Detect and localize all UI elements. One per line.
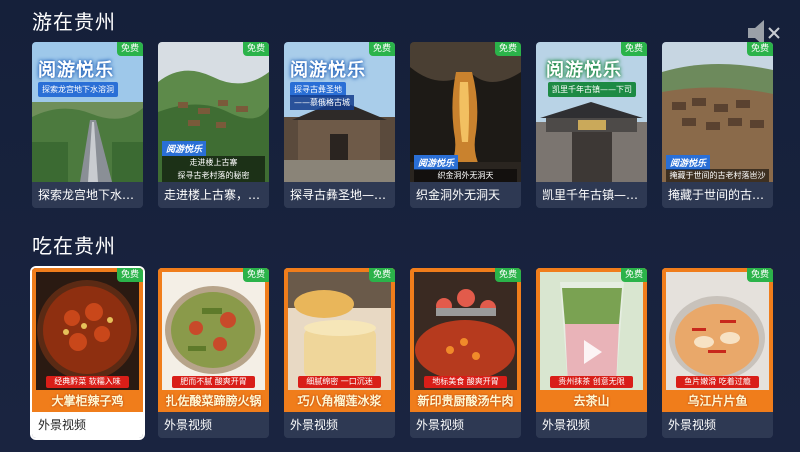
food-card-row: 经典黔菜 软糯入味 大掌柜辣子鸡 免费 外景视频 肥而不腻 酸爽开胃 扎佐酸菜蹄… (30, 266, 773, 440)
food-caption: 外景视频 (284, 412, 395, 438)
poster-subtitle-2: ——慕俄格古城 (290, 95, 354, 110)
travel-thumbnail: 阅游悦乐 织金洞外无洞天 免费 (410, 42, 521, 182)
travel-thumbnail: 阅游悦乐 探索龙宫地下水溶洞 免费 (32, 42, 143, 182)
food-thumbnail: 细腻绵密 一口沉迷 巧八角榴莲冰浆 免费 (284, 268, 395, 412)
travel-thumbnail: 阅游悦乐 掩藏于世间的古老村落岜沙 免费 (662, 42, 773, 182)
free-badge: 免费 (368, 42, 395, 56)
food-caption: 外景视频 (536, 412, 647, 438)
poster-title: 阅游悦乐 (38, 60, 114, 81)
free-badge: 免费 (116, 268, 143, 282)
food-card[interactable]: 地标美食 酸爽开胃 新印贵厨酸汤牛肉 免费 外景视频 (410, 268, 521, 438)
travel-card[interactable]: 阅游悦乐 探寻古彝圣地 ——慕俄格古城 免费 探寻古彝圣地——... (284, 42, 395, 208)
food-tagline: 经典黔菜 软糯入味 (46, 376, 129, 388)
travel-caption: 探索龙宫地下水溶... (32, 182, 143, 208)
section-title-travel: 游在贵州 (32, 10, 116, 34)
travel-caption: 走进楼上古寨，探... (158, 182, 269, 208)
free-badge: 免费 (116, 42, 143, 56)
poster-tag: 阅游悦乐 (414, 155, 459, 170)
food-thumbnail: 经典黔菜 软糯入味 大掌柜辣子鸡 免费 (32, 268, 143, 412)
food-caption: 外景视频 (410, 412, 521, 438)
poster-tag-subtitle-2: 探寻古老村落的秘密 (162, 169, 265, 182)
poster-subtitle: 凯里千年古镇——下司 (548, 82, 636, 97)
travel-thumbnail: 阅游悦乐 走进楼上古寨 探寻古老村落的秘密 免费 (158, 42, 269, 182)
food-name: 大掌柜辣子鸡 (32, 390, 143, 412)
free-badge: 免费 (620, 268, 647, 282)
food-tagline: 贵州抹茶 创意无限 (550, 376, 633, 388)
travel-card[interactable]: 阅游悦乐 走进楼上古寨 探寻古老村落的秘密 免费 走进楼上古寨，探... (158, 42, 269, 208)
free-badge: 免费 (242, 268, 269, 282)
food-card[interactable]: 贵州抹茶 创意无限 去茶山 免费 外景视频 (536, 268, 647, 438)
travel-card[interactable]: 阅游悦乐 织金洞外无洞天 免费 织金洞外无洞天 (410, 42, 521, 208)
free-badge: 免费 (620, 42, 647, 56)
food-thumbnail: 贵州抹茶 创意无限 去茶山 免费 (536, 268, 647, 412)
free-badge: 免费 (746, 268, 773, 282)
travel-card[interactable]: 阅游悦乐 凯里千年古镇——下司 免费 凯里千年古镇——... (536, 42, 647, 208)
food-name: 乌江片片鱼 (662, 390, 773, 412)
free-badge: 免费 (746, 42, 773, 56)
travel-card[interactable]: 阅游悦乐 探索龙宫地下水溶洞 免费 探索龙宫地下水溶... (32, 42, 143, 208)
free-badge: 免费 (368, 268, 395, 282)
travel-caption: 凯里千年古镇——... (536, 182, 647, 208)
food-name: 扎佐酸菜蹄膀火锅 (158, 390, 269, 412)
food-thumbnail: 鱼片嫩滑 吃着过瘾 乌江片片鱼 免费 (662, 268, 773, 412)
food-caption: 外景视频 (158, 412, 269, 438)
food-caption: 外景视频 (32, 412, 143, 438)
poster-title: 阅游悦乐 (290, 60, 366, 81)
travel-caption: 探寻古彝圣地——... (284, 182, 395, 208)
travel-thumbnail: 阅游悦乐 凯里千年古镇——下司 免费 (536, 42, 647, 182)
food-card[interactable]: 细腻绵密 一口沉迷 巧八角榴莲冰浆 免费 外景视频 (284, 268, 395, 438)
free-badge: 免费 (494, 42, 521, 56)
food-name: 巧八角榴莲冰浆 (284, 390, 395, 412)
food-tagline: 肥而不腻 酸爽开胃 (172, 376, 255, 388)
poster-tag: 阅游悦乐 (666, 155, 711, 170)
food-tagline: 鱼片嫩滑 吃着过瘾 (676, 376, 759, 388)
food-tagline: 细腻绵密 一口沉迷 (298, 376, 381, 388)
food-card[interactable]: 经典黔菜 软糯入味 大掌柜辣子鸡 免费 外景视频 (30, 266, 145, 440)
travel-card[interactable]: 阅游悦乐 掩藏于世间的古老村落岜沙 免费 掩藏于世间的古老... (662, 42, 773, 208)
travel-caption: 织金洞外无洞天 (410, 182, 521, 208)
food-caption: 外景视频 (662, 412, 773, 438)
food-card[interactable]: 肥而不腻 酸爽开胃 扎佐酸菜蹄膀火锅 免费 外景视频 (158, 268, 269, 438)
poster-subtitle: 探索龙宫地下水溶洞 (38, 82, 118, 97)
travel-thumbnail: 阅游悦乐 探寻古彝圣地 ——慕俄格古城 免费 (284, 42, 395, 182)
poster-tag-subtitle: 织金洞外无洞天 (414, 169, 517, 182)
poster-tag-subtitle: 走进楼上古寨 (162, 156, 265, 169)
food-card[interactable]: 鱼片嫩滑 吃着过瘾 乌江片片鱼 免费 外景视频 (662, 268, 773, 438)
free-badge: 免费 (494, 268, 521, 282)
food-name: 新印贵厨酸汤牛肉 (410, 390, 521, 412)
food-thumbnail: 肥而不腻 酸爽开胃 扎佐酸菜蹄膀火锅 免费 (158, 268, 269, 412)
section-title-food: 吃在贵州 (32, 234, 116, 258)
poster-title: 阅游悦乐 (546, 60, 622, 81)
travel-caption: 掩藏于世间的古老... (662, 182, 773, 208)
free-badge: 免费 (242, 42, 269, 56)
poster-tag-subtitle: 掩藏于世间的古老村落岜沙 (666, 169, 769, 182)
food-thumbnail: 地标美食 酸爽开胃 新印贵厨酸汤牛肉 免费 (410, 268, 521, 412)
travel-card-row: 阅游悦乐 探索龙宫地下水溶洞 免费 探索龙宫地下水溶... 阅游悦乐 走进楼上古… (32, 42, 773, 208)
poster-tag: 阅游悦乐 (162, 141, 207, 156)
food-name: 去茶山 (536, 390, 647, 412)
food-tagline: 地标美食 酸爽开胃 (424, 376, 507, 388)
